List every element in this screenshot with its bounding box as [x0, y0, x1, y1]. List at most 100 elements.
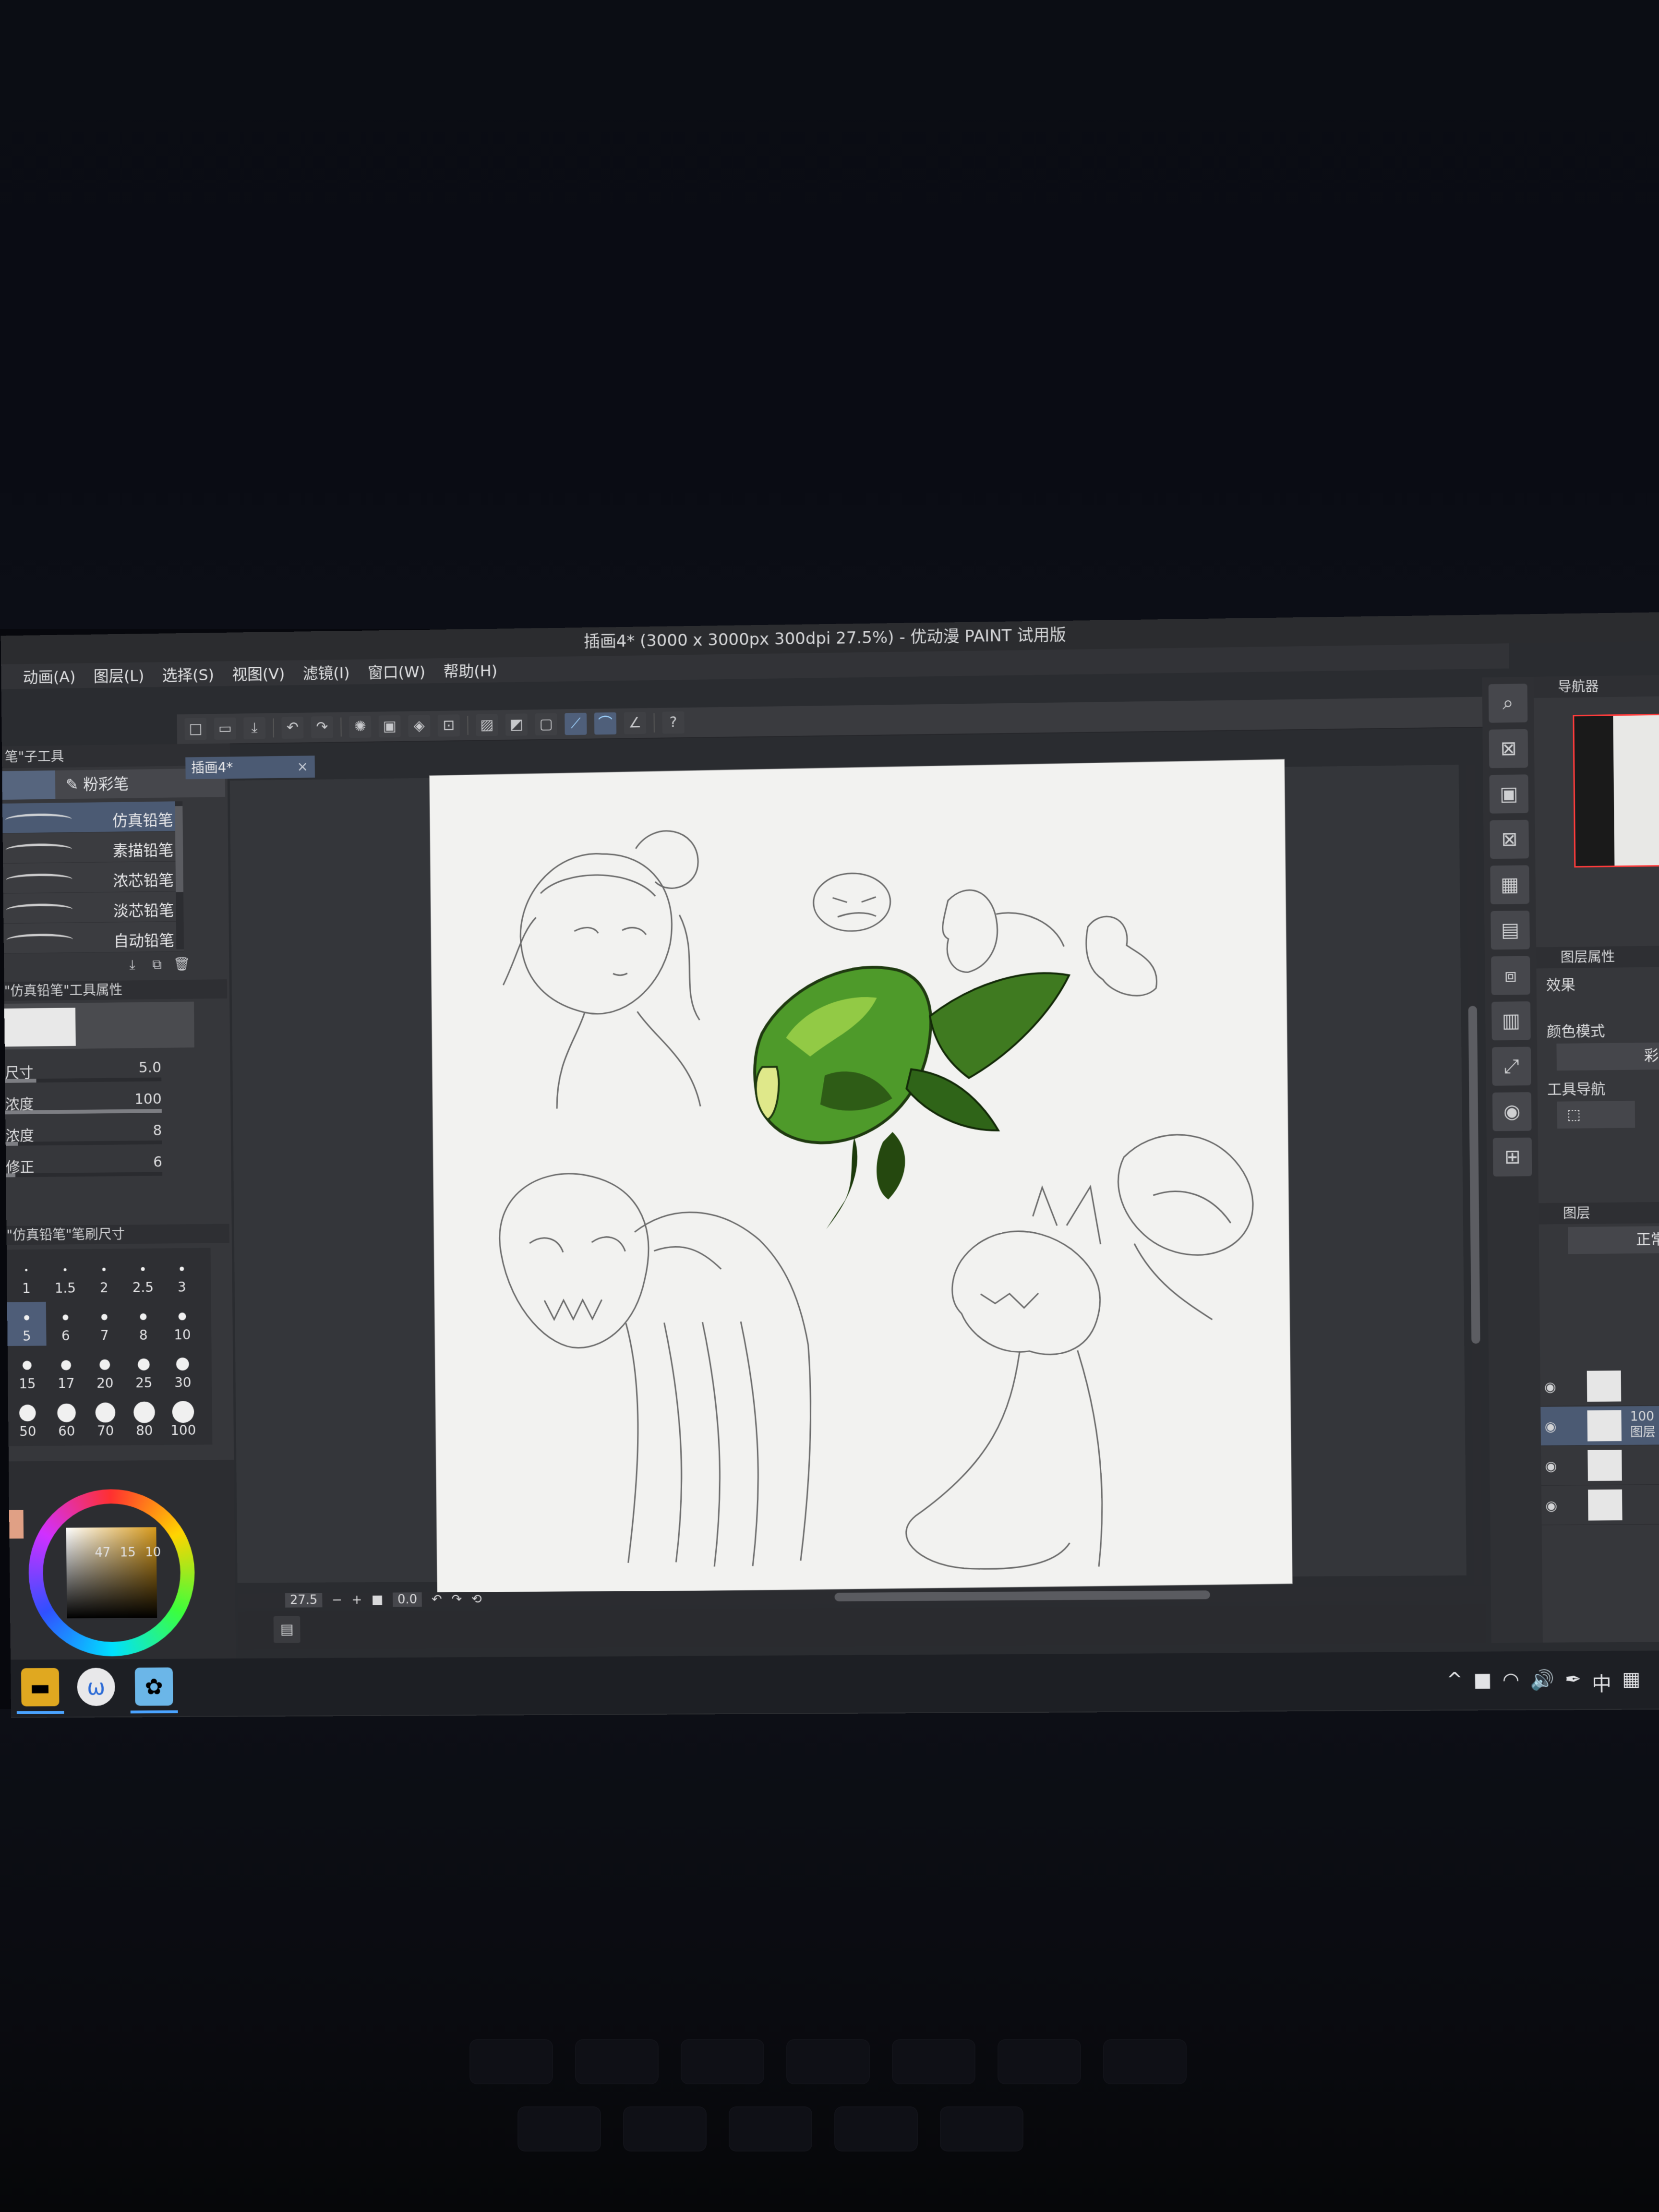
- pen-icon[interactable]: ✒: [1565, 1669, 1581, 1697]
- hatch-icon[interactable]: ▨: [476, 714, 498, 736]
- color-mode-button[interactable]: 彩: [1556, 1043, 1659, 1071]
- browser-icon[interactable]: ω: [77, 1668, 115, 1706]
- import-icon[interactable]: ⤓: [122, 954, 143, 974]
- property-size[interactable]: 尺寸 5.0: [5, 1054, 195, 1086]
- menu-help[interactable]: 帮助(H): [443, 659, 497, 682]
- film-icon[interactable]: ⊞: [1493, 1138, 1532, 1177]
- scroll-thumb[interactable]: [1468, 1006, 1480, 1344]
- visibility-eye-icon[interactable]: ◉: [1545, 1498, 1557, 1514]
- help-icon[interactable]: ?: [662, 711, 684, 734]
- clear-icon[interactable]: ✺: [349, 716, 371, 738]
- brush-size-option[interactable]: 2: [84, 1253, 124, 1298]
- new-canvas-icon[interactable]: □: [184, 718, 206, 740]
- menu-view[interactable]: 视图(V): [232, 662, 285, 685]
- menu-filter[interactable]: 滤镜(I): [303, 661, 350, 684]
- redo-icon[interactable]: ↷: [311, 716, 333, 738]
- merge-icon[interactable]: ⧈: [1491, 956, 1530, 995]
- brush-size-option[interactable]: 17: [47, 1349, 86, 1394]
- document-tab[interactable]: 插画4* ×: [185, 756, 315, 779]
- fit-icon[interactable]: ■: [372, 1593, 384, 1607]
- menu-animation[interactable]: 动画(A): [23, 665, 76, 687]
- menu-select[interactable]: 选择(S): [162, 663, 215, 685]
- brush-item[interactable]: 仿真铅笔: [2, 801, 183, 833]
- material-icon[interactable]: ▣: [1489, 774, 1528, 813]
- property-density-2[interactable]: 浓度 8: [5, 1117, 195, 1149]
- brush-size-option[interactable]: 80: [125, 1396, 164, 1441]
- brush-item[interactable]: 自动铅笔: [3, 922, 184, 954]
- brush-size-option[interactable]: 7: [85, 1301, 124, 1346]
- folder-icon[interactable]: ▤: [1491, 911, 1530, 950]
- tray-app-icon[interactable]: ■: [1473, 1669, 1492, 1697]
- brush-size-option[interactable]: 8: [124, 1301, 163, 1345]
- brush-size-option[interactable]: 20: [85, 1349, 125, 1393]
- zoom-in-icon[interactable]: +: [351, 1593, 362, 1607]
- brush-size-option[interactable]: 1: [7, 1254, 46, 1298]
- property-density[interactable]: 浓度 100: [5, 1086, 195, 1118]
- layer-row[interactable]: ◉ 100 图层: [1540, 1406, 1659, 1446]
- brush-size-option[interactable]: 10: [163, 1300, 202, 1345]
- file-explorer-icon[interactable]: ▬: [21, 1668, 60, 1707]
- volume-icon[interactable]: 🔊: [1530, 1669, 1554, 1697]
- rotate-left-icon[interactable]: ↶: [432, 1592, 442, 1607]
- paint-app-icon[interactable]: ✿: [135, 1668, 173, 1706]
- snap-special-icon[interactable]: ∠: [624, 712, 646, 734]
- export-icon[interactable]: ⤢: [1492, 1047, 1531, 1086]
- property-correction[interactable]: 修正 6: [6, 1149, 196, 1180]
- wifi-icon[interactable]: ◠: [1503, 1669, 1520, 1697]
- reset-rotation-icon[interactable]: ⟲: [471, 1592, 482, 1606]
- navigator-preview[interactable]: [1573, 714, 1659, 867]
- property-value[interactable]: 100: [134, 1091, 162, 1107]
- brush-size-option[interactable]: 6: [46, 1301, 85, 1346]
- snap-ruler-icon[interactable]: ⟋: [565, 713, 587, 735]
- close-tab-icon[interactable]: ×: [297, 756, 308, 778]
- brush-size-option[interactable]: 5: [7, 1302, 47, 1346]
- brush-size-option[interactable]: 1.5: [46, 1254, 85, 1298]
- tool-nav-button[interactable]: ⬚: [1557, 1101, 1635, 1129]
- layer-row[interactable]: ◉: [1540, 1366, 1659, 1407]
- undo-icon[interactable]: ↶: [281, 717, 303, 739]
- saturation-value-square[interactable]: [66, 1527, 157, 1618]
- timeline-toggle-icon[interactable]: ▤: [274, 1616, 301, 1643]
- visibility-eye-icon[interactable]: ◉: [1544, 1379, 1556, 1395]
- tone-icon[interactable]: ◩: [505, 713, 528, 735]
- notification-icon[interactable]: ▦: [1622, 1668, 1641, 1696]
- menu-window[interactable]: 窗口(W): [368, 660, 425, 683]
- scroll-thumb[interactable]: [175, 806, 183, 892]
- property-value[interactable]: 6: [153, 1154, 162, 1171]
- ime-indicator[interactable]: 中: [1592, 1668, 1611, 1696]
- copy-layer-icon[interactable]: ▥: [1491, 1001, 1531, 1040]
- grid-icon[interactable]: ▦: [1490, 865, 1529, 904]
- property-value[interactable]: 5.0: [139, 1059, 161, 1076]
- brush-size-option[interactable]: 2.5: [123, 1253, 163, 1297]
- frame-icon[interactable]: ▢: [535, 713, 557, 735]
- zoom-field[interactable]: 27.5: [285, 1593, 322, 1607]
- delete-layer-icon[interactable]: ⊠: [1490, 820, 1529, 859]
- tab-pencil[interactable]: [2, 770, 55, 800]
- save-icon[interactable]: ⤓: [243, 717, 265, 739]
- fill-icon[interactable]: ◈: [408, 715, 430, 737]
- brush-size-option[interactable]: 50: [8, 1397, 48, 1442]
- open-folder-icon[interactable]: ▭: [214, 718, 236, 740]
- brush-size-option[interactable]: 15: [8, 1349, 47, 1394]
- duplicate-icon[interactable]: ⧉: [147, 954, 167, 974]
- brush-size-option[interactable]: 25: [124, 1348, 164, 1393]
- brush-size-option[interactable]: 30: [163, 1348, 203, 1393]
- trash-icon[interactable]: 🗑: [172, 954, 192, 974]
- camera-icon[interactable]: ◉: [1492, 1092, 1532, 1131]
- rotate-right-icon[interactable]: ↷: [451, 1592, 462, 1607]
- brush-item[interactable]: 淡芯铅笔: [3, 891, 184, 924]
- brush-list-scrollbar[interactable]: [175, 801, 184, 949]
- brush-size-option[interactable]: 60: [47, 1397, 86, 1441]
- transform-icon[interactable]: ⊡: [438, 714, 460, 736]
- snap-curve-icon[interactable]: ⌒: [594, 712, 616, 735]
- current-color-swatch[interactable]: [9, 1510, 24, 1539]
- brush-item[interactable]: 素描铅笔: [3, 831, 183, 864]
- visibility-eye-icon[interactable]: ◉: [1545, 1419, 1557, 1434]
- tray-overflow-icon[interactable]: ^: [1446, 1669, 1463, 1697]
- layer-row[interactable]: ◉: [1541, 1445, 1659, 1485]
- canvas-vertical-scrollbar[interactable]: [1466, 765, 1483, 1585]
- menu-layer[interactable]: 图层(L): [94, 664, 144, 686]
- blend-mode-select[interactable]: 正常: [1568, 1226, 1659, 1254]
- layer-clear-icon[interactable]: ⊠: [1489, 729, 1528, 769]
- property-value[interactable]: 8: [153, 1122, 162, 1139]
